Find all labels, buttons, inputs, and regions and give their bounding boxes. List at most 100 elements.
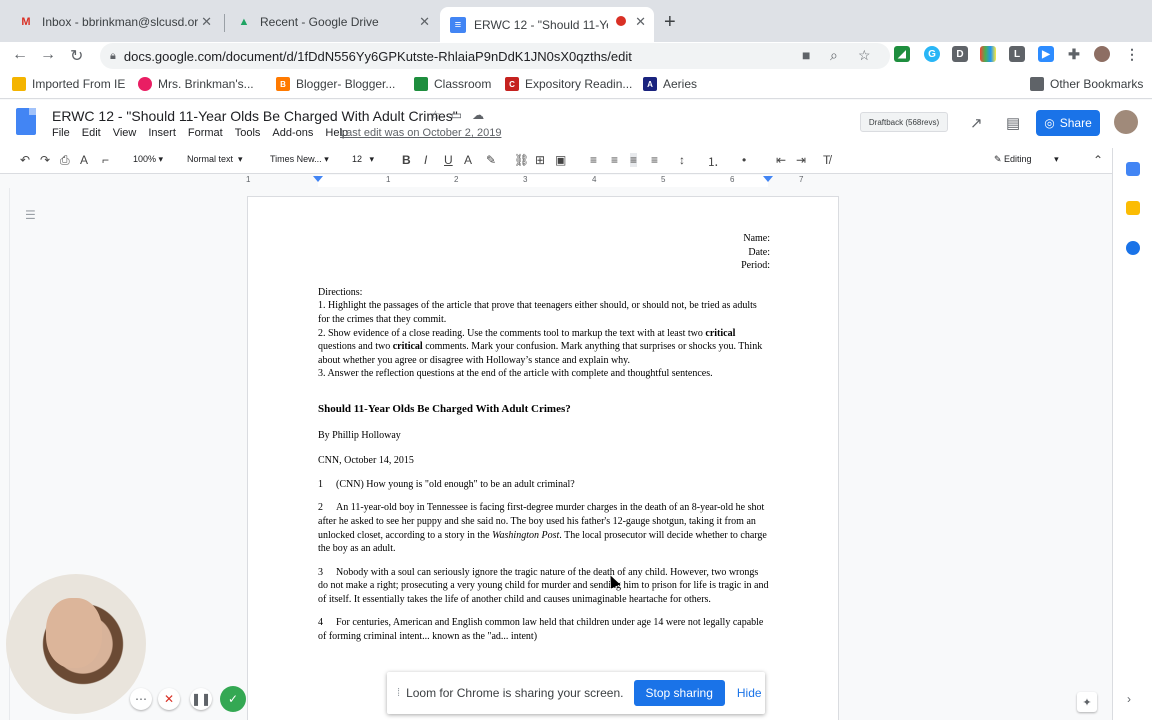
direction-3: 3. Answer the reflection questions at th… [318, 368, 713, 380]
style-select[interactable]: Normal text ▾ [187, 154, 243, 165]
webcam-bubble[interactable] [6, 574, 146, 714]
increase-indent-icon[interactable]: ⇥ [796, 153, 806, 167]
extension-icon[interactable] [980, 46, 996, 62]
drag-handle-icon[interactable]: ⁞ [397, 687, 400, 699]
italic-icon[interactable]: I [424, 153, 427, 167]
align-center-icon[interactable]: ≡ [611, 153, 618, 167]
left-indent-marker[interactable] [313, 176, 323, 182]
extension-icon[interactable]: ◢ [894, 46, 910, 62]
profile-avatar[interactable] [1094, 46, 1110, 62]
puzzle-icon[interactable]: ✚ [1066, 46, 1082, 62]
address-bar[interactable]: 🔒︎ docs.google.com/document/d/1fDdN556Yy… [100, 43, 890, 69]
gmail-icon: M [21, 16, 31, 28]
document-outline-icon[interactable]: ☰ [25, 208, 36, 222]
image-icon[interactable]: ▣ [555, 153, 566, 167]
tasks-icon[interactable] [1126, 241, 1140, 255]
new-tab-button[interactable]: + [664, 11, 676, 34]
zoom-icon[interactable]: ⌕ [830, 47, 838, 64]
draftback-button[interactable]: Draftback (568revs) [860, 112, 948, 132]
docs-logo-icon[interactable] [16, 108, 36, 135]
spellcheck-icon[interactable]: A [80, 153, 88, 167]
flower-icon [138, 77, 152, 91]
recording-icon [616, 16, 626, 26]
tab-title: Inbox - bbrinkman@slcusd.org [42, 15, 198, 29]
bulleted-list-icon[interactable]: • [742, 153, 746, 167]
menu-edit[interactable]: Edit [82, 127, 101, 139]
highlight-icon[interactable]: ✎ [486, 153, 496, 167]
document-body[interactable]: Name: Date: Period: Directions: 1. Highl… [318, 232, 770, 644]
forward-icon[interactable]: → [40, 46, 56, 64]
extension-icon[interactable]: G [924, 46, 940, 62]
line-spacing-icon[interactable]: ↕ [679, 153, 685, 167]
font-size-select[interactable]: 12 ▾ [352, 154, 374, 165]
print-icon[interactable]: ⎙ [60, 153, 70, 168]
more-options-icon[interactable]: ⋯ [130, 688, 152, 710]
stop-sharing-button[interactable]: Stop sharing [633, 680, 725, 706]
calendar-icon[interactable] [1126, 162, 1140, 176]
keep-icon[interactable] [1126, 201, 1140, 215]
comment-icon[interactable]: ▤ [1006, 114, 1020, 132]
back-icon[interactable]: ← [12, 46, 28, 64]
close-icon[interactable]: ✕ [419, 14, 430, 30]
font-size-value: 12 [352, 154, 363, 164]
share-button[interactable]: ◎ Share [1036, 110, 1100, 136]
numbered-list-icon[interactable]: ⒈ [707, 153, 719, 170]
bookmark-item[interactable]: A Aeries [643, 77, 697, 91]
menu-tools[interactable]: Tools [235, 127, 261, 139]
underline-icon[interactable]: U [444, 153, 453, 167]
bookmark-item[interactable]: Classroom [414, 77, 491, 91]
kebab-menu-icon[interactable]: ⋮ [1124, 46, 1140, 62]
clear-format-icon[interactable]: T̸ [823, 153, 830, 167]
bookmark-item[interactable]: Mrs. Brinkman's... [138, 77, 254, 91]
user-avatar[interactable] [1114, 110, 1138, 134]
star-icon[interactable]: ☆ [858, 47, 871, 64]
close-icon[interactable]: ✕ [635, 14, 646, 30]
menu-file[interactable]: File [52, 127, 70, 139]
bookmark-item[interactable]: C Expository Readin... [505, 77, 632, 91]
star-icon[interactable]: ☆ [430, 108, 451, 122]
right-indent-marker[interactable] [763, 176, 773, 182]
align-right-icon[interactable]: ≡ [630, 153, 638, 167]
menu-insert[interactable]: Insert [148, 127, 176, 139]
align-left-icon[interactable]: ≡ [590, 153, 597, 167]
camera-icon[interactable]: ■ [802, 47, 810, 63]
collapse-icon[interactable]: ⌃ [1093, 153, 1103, 167]
document-title[interactable]: ERWC 12 - "Should 11-Year Olds Be Charge… [52, 108, 458, 124]
explore-button[interactable]: ✦ [1077, 692, 1097, 712]
bold-icon[interactable]: B [402, 153, 411, 167]
editing-mode-select[interactable]: ✎ Editing ▾ [994, 154, 1059, 165]
zoom-select[interactable]: 100% ▾ [133, 154, 163, 165]
hide-button[interactable]: Hide [737, 686, 762, 700]
menu-addons[interactable]: Add-ons [272, 127, 313, 139]
menu-view[interactable]: View [113, 127, 137, 139]
extension-icon[interactable]: L [1009, 46, 1025, 62]
pause-icon[interactable]: ❚❚ [190, 688, 212, 710]
tab-drive[interactable]: ▲ Recent - Google Drive ✕ [226, 7, 438, 37]
last-edit-link[interactable]: Last edit was on October 2, 2019 [340, 127, 501, 139]
add-comment-icon[interactable]: ⊞ [535, 153, 545, 167]
menu-format[interactable]: Format [188, 127, 223, 139]
reload-icon[interactable]: ↻ [70, 46, 83, 66]
bookmark-item[interactable]: B Blogger- Blogger... [276, 77, 395, 91]
text-color-icon[interactable]: A [464, 153, 472, 167]
finish-recording-icon[interactable]: ✓ [220, 686, 246, 712]
other-bookmarks[interactable]: Other Bookmarks [1030, 77, 1143, 91]
link-icon[interactable]: ⛓ [514, 153, 529, 167]
font-select[interactable]: Times New... ▾ [270, 154, 329, 165]
extension-icon[interactable]: D [952, 46, 968, 62]
tab-docs-active[interactable]: ≡ ERWC 12 - "Should 11-Year ✕ [440, 7, 654, 42]
justify-icon[interactable]: ≡ [651, 153, 658, 167]
expand-panel-icon[interactable]: › [1127, 692, 1131, 706]
redo-icon[interactable]: ↷ [40, 153, 50, 167]
cancel-recording-icon[interactable]: ✕ [158, 688, 180, 710]
decrease-indent-icon[interactable]: ⇤ [776, 153, 786, 167]
undo-icon[interactable]: ↶ [20, 153, 30, 167]
tab-gmail[interactable]: M Inbox - bbrinkman@slcusd.org ✕ [8, 7, 220, 37]
close-icon[interactable]: ✕ [201, 14, 212, 30]
activity-trend-icon[interactable]: ↗ [970, 114, 983, 132]
paint-format-icon[interactable]: ⌐ [102, 153, 109, 167]
bookmark-item[interactable]: Imported From IE [12, 77, 125, 91]
move-folder-icon[interactable]: ▭ [451, 108, 472, 122]
folder-icon [12, 77, 26, 91]
zoom-meeting-icon[interactable]: ▶ [1038, 46, 1054, 62]
